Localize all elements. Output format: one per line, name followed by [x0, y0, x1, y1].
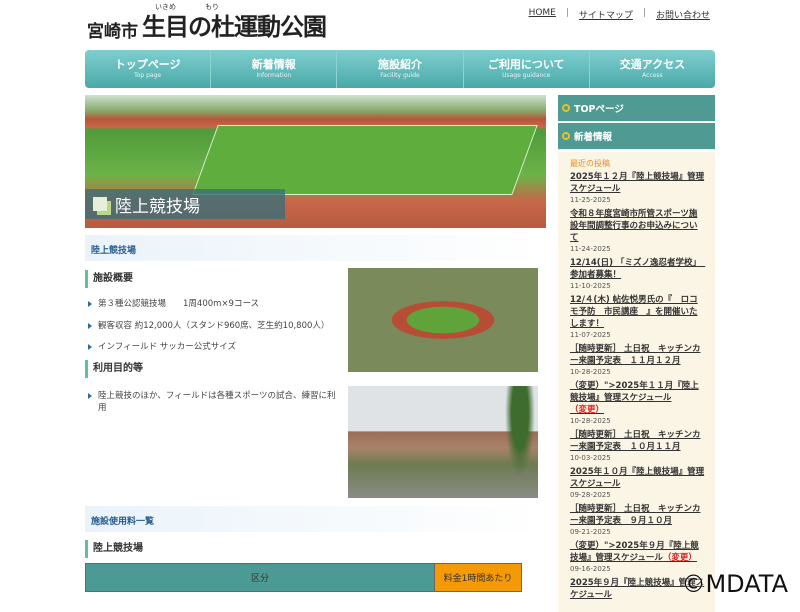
- nav-sublabel: Information: [256, 72, 292, 79]
- separator: |: [565, 8, 569, 18]
- nav-information[interactable]: 新着情報 Information: [211, 50, 338, 88]
- sidebar-news-button[interactable]: 新着情報: [558, 123, 715, 150]
- news-title: （変更）">2025年１１月『陸上競技場』管理スケジュール: [570, 381, 699, 403]
- overview-heading: 施設概要: [85, 270, 133, 288]
- news-date: 10-03-2025: [570, 454, 611, 462]
- news-date: 11-24-2025: [570, 245, 611, 253]
- news-title: ［随時更新］ 土日祝 キッチンカー来園予定表 ９月１０月: [570, 504, 701, 526]
- soccer-field: [192, 125, 538, 195]
- news-title: ［随時更新］ 土日祝 キッチンカー来園予定表 １０月１１月: [570, 430, 701, 452]
- nav-facility[interactable]: 施設紹介 Facility guide: [337, 50, 464, 88]
- news-title: 2025年１０月『陸上競技場』管理スケジュール: [570, 467, 705, 489]
- changed-tag: （変更）: [662, 553, 697, 563]
- bullet-text: 観客収容 約12,000人（スタンド960席、芝生約10,800人）: [98, 321, 330, 331]
- news-title: 2025年１２月『陸上競技場』管理スケジュール: [570, 172, 705, 194]
- news-link[interactable]: （変更）">2025年９月『陸上競技場』管理スケジュール（変更）: [570, 540, 705, 564]
- news-link[interactable]: 12/14(日) 「ミズノ逸忍者学校」 参加者募集！: [570, 257, 705, 281]
- nav-label: 新着情報: [251, 58, 296, 71]
- col-fee: 料金1時間あたり: [434, 563, 522, 592]
- fee-subheading: 陸上競技場: [85, 540, 143, 558]
- news-title: 令和８年度宮崎市所管スポーツ施設年間調整行事のお申込みについて: [570, 209, 698, 243]
- nav-sublabel: Usage guidance: [502, 72, 551, 79]
- sidebar-label: 新着情報: [574, 132, 613, 143]
- logo-city: 宮崎市: [87, 22, 138, 42]
- circle-icon: [562, 104, 570, 112]
- purpose-heading: 利用目的等: [85, 360, 143, 378]
- square-icon: [93, 197, 107, 211]
- news-date: 11-07-2025: [570, 331, 611, 339]
- stadium-building-photo: [348, 386, 538, 498]
- col-category: 区分: [85, 563, 435, 592]
- recent-posts-title: 最近の投稿: [570, 159, 610, 168]
- fee-table: 区分 料金1時間あたり: [85, 563, 522, 592]
- news-link[interactable]: 2025年１０月『陸上競技場』管理スケジュール: [570, 466, 705, 490]
- news-date: 09-21-2025: [570, 528, 611, 536]
- list-item: 観客収容 約12,000人（スタンド960席、芝生約10,800人）: [88, 320, 343, 332]
- news-link[interactable]: ［随時更新］ 土日祝 キッチンカー来園予定表 １０月１１月: [570, 429, 705, 453]
- circle-icon: [562, 132, 570, 140]
- tree: [505, 386, 535, 476]
- bullet-text: 陸上競技のほか、フィールドは各種スポーツの試合、練習に利用: [98, 391, 336, 413]
- recent-posts: 最近の投稿 2025年１２月『陸上競技場』管理スケジュール 11-25-2025 令…: [558, 152, 715, 612]
- news-title: 12/４(木) 帖佐悦男氏の『 ロコモ予防 市民講座 』を開催いたします！: [570, 295, 698, 329]
- separator: |: [642, 8, 646, 18]
- utility-links: HOME | サイトマップ | お問い合わせ: [529, 8, 710, 21]
- news-title: 12/14(日) 「ミズノ逸忍者学校」 参加者募集！: [570, 258, 706, 280]
- home-link[interactable]: HOME: [529, 8, 556, 21]
- nav-label: 施設紹介: [378, 58, 422, 71]
- news-date: 10-28-2025: [570, 368, 611, 376]
- sidebar-label: TOPページ: [574, 104, 624, 115]
- nav-label: トップページ: [114, 58, 181, 71]
- nav-usage[interactable]: ご利用について Usage guidance: [464, 50, 590, 88]
- section-heading: 陸上競技場: [85, 235, 546, 261]
- watermark: ©MDATA: [681, 570, 788, 598]
- fee-section-heading: 施設使用料一覧: [85, 506, 546, 532]
- main-nav: トップページ Top page 新着情報 Information 施設紹介 Facil…: [85, 50, 715, 88]
- list-item: インフィールド サッカー公式サイズ: [88, 341, 343, 353]
- sitemap-link[interactable]: サイトマップ: [579, 8, 633, 21]
- sidebar-top-button[interactable]: TOPページ: [558, 95, 715, 122]
- list-item: 第３種公認競技場 1周400m×9コース: [88, 298, 343, 310]
- news-link[interactable]: 2025年１２月『陸上競技場』管理スケジュール: [570, 171, 705, 195]
- news-link[interactable]: ［随時更新］ 土日祝 キッチンカー来園予定表 １１月１２月: [570, 343, 705, 367]
- bullet-text: 第３種公認競技場 1周400m×9コース: [98, 299, 260, 309]
- nav-access[interactable]: 交通アクセス Access: [590, 50, 715, 88]
- news-link[interactable]: 12/４(木) 帖佐悦男氏の『 ロコモ予防 市民講座 』を開催いたします！: [570, 294, 705, 330]
- nav-sublabel: Facility guide: [380, 72, 420, 79]
- logo-ruby-ikime: いきめ: [155, 3, 176, 11]
- list-item: 陸上競技のほか、フィールドは各種スポーツの試合、練習に利用: [88, 390, 343, 414]
- aerial-stadium-photo: [348, 268, 538, 372]
- nav-label: 交通アクセス: [619, 58, 686, 71]
- nav-top[interactable]: トップページ Top page: [85, 50, 212, 88]
- news-date: 11-10-2025: [570, 282, 611, 290]
- nav-sublabel: Access: [642, 72, 663, 79]
- hero-title: 陸上競技場: [115, 196, 200, 217]
- bullet-text: インフィールド サッカー公式サイズ: [98, 342, 237, 352]
- nav-sublabel: Top page: [134, 72, 162, 79]
- news-title: ［随時更新］ 土日祝 キッチンカー来園予定表 １１月１２月: [570, 344, 701, 366]
- news-date: 11-25-2025: [570, 196, 611, 204]
- site-logo[interactable]: 宮崎市 生目の杜運動公園 いきめ もり: [87, 3, 327, 42]
- news-link[interactable]: 令和８年度宮崎市所管スポーツ施設年間調整行事のお申込みについて: [570, 208, 705, 244]
- news-link[interactable]: （変更）">2025年１１月『陸上競技場』管理スケジュール （変更）: [570, 380, 705, 416]
- news-date: 10-28-2025: [570, 417, 611, 425]
- sidebar: TOPページ 新着情報 最近の投稿 2025年１２月『陸上競技場』管理スケジュー…: [558, 95, 715, 612]
- hero-label: 陸上競技場: [85, 189, 285, 219]
- news-link[interactable]: ［随時更新］ 土日祝 キッチンカー来園予定表 ９月１０月: [570, 503, 705, 527]
- nav-label: ご利用について: [487, 58, 565, 71]
- contact-link[interactable]: お問い合わせ: [656, 8, 710, 21]
- logo-ruby-mori: もり: [205, 3, 219, 11]
- changed-tag: （変更）: [570, 405, 605, 415]
- logo-name: 生目の杜運動公園: [142, 13, 327, 41]
- news-date: 09-28-2025: [570, 491, 611, 499]
